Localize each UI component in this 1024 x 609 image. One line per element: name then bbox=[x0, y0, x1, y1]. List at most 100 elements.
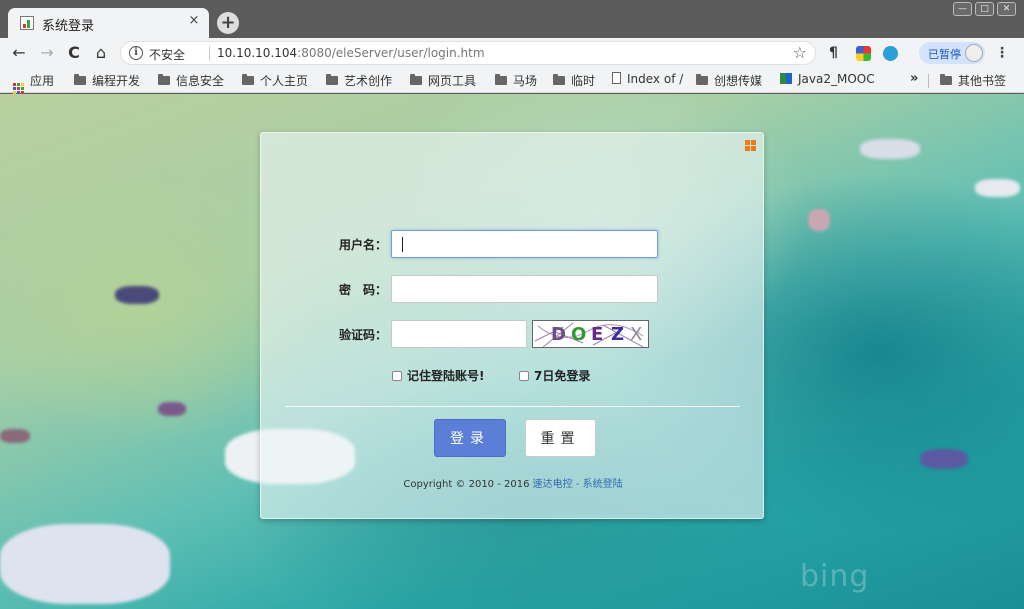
address-bar[interactable]: i 不安全 10.10.10.104:8080/eleServer/user/l… bbox=[120, 41, 816, 65]
checkbox-box[interactable] bbox=[392, 371, 402, 381]
remember-account-label: 记住登陆账号! bbox=[407, 369, 485, 383]
browser-toolbar: ← → C ⌂ i 不安全 10.10.10.104:8080/eleServe… bbox=[0, 38, 1024, 68]
bookmark-label: 其他书签 bbox=[958, 74, 1007, 88]
bookmark-apps[interactable]: 应用 bbox=[13, 72, 55, 94]
background-boat bbox=[860, 139, 920, 159]
background-boat bbox=[115, 286, 159, 304]
remember-account-checkbox[interactable]: 记住登陆账号! bbox=[392, 367, 484, 384]
login-button[interactable]: 登录 bbox=[434, 419, 506, 457]
close-window-button[interactable]: ✕ bbox=[997, 2, 1016, 16]
tab-favicon-icon bbox=[20, 16, 34, 30]
bookmark-java[interactable]: Java2_MOOC bbox=[780, 72, 875, 89]
folder-icon bbox=[242, 74, 254, 85]
captcha-char: X bbox=[630, 324, 643, 345]
apps-icon bbox=[13, 83, 24, 94]
maximize-button[interactable]: □ bbox=[975, 2, 994, 16]
url-host: 10.10.10.104 bbox=[217, 46, 298, 60]
captcha-char: E bbox=[591, 324, 604, 345]
bookmark-folder[interactable]: 马场 bbox=[495, 72, 537, 89]
home-button[interactable]: ⌂ bbox=[90, 42, 112, 64]
forward-button[interactable]: → bbox=[36, 42, 58, 64]
password-row: 密 码： bbox=[261, 275, 765, 303]
folder-icon bbox=[553, 74, 565, 85]
captcha-input[interactable] bbox=[391, 320, 527, 348]
avatar bbox=[965, 44, 983, 62]
copyright-text: Copyright © 2010 - 2016 bbox=[403, 479, 533, 490]
omnibox-separator bbox=[209, 46, 210, 61]
tab-close-icon[interactable]: × bbox=[186, 13, 202, 29]
bookmark-folder[interactable]: 网页工具 bbox=[410, 72, 476, 89]
background-boat bbox=[158, 402, 186, 416]
auto-login-checkbox[interactable]: 7日免登录 bbox=[519, 367, 590, 384]
minimize-button[interactable]: — bbox=[953, 2, 972, 16]
color-extension-icon[interactable] bbox=[856, 46, 871, 61]
captcha-image[interactable]: D O E Z X bbox=[532, 320, 649, 348]
username-input[interactable] bbox=[391, 230, 658, 258]
bookmark-label: 临时 bbox=[571, 74, 596, 88]
folder-icon bbox=[326, 74, 338, 85]
bookmark-folder[interactable]: 艺术创作 bbox=[326, 72, 392, 89]
background-boat bbox=[808, 209, 830, 231]
new-tab-button[interactable]: + bbox=[217, 12, 239, 34]
copyright-footer: Copyright © 2010 - 2016 速达电控 - 系统登陆 bbox=[261, 475, 765, 490]
paused-label: 已暂停 bbox=[928, 48, 961, 61]
info-icon[interactable]: i bbox=[129, 46, 143, 60]
tab-strip: 系统登录 × + — □ ✕ bbox=[0, 0, 1024, 38]
bookmark-label: 应用 bbox=[30, 74, 55, 88]
form-divider bbox=[285, 406, 740, 407]
tab-title: 系统登录 bbox=[42, 19, 95, 34]
profile-paused-button[interactable]: 已暂停 bbox=[919, 42, 985, 64]
bookmark-folder[interactable]: 创想传媒 bbox=[696, 72, 762, 89]
menu-icon[interactable]: ⋮ bbox=[995, 45, 1009, 61]
browser-tab[interactable]: 系统登录 × bbox=[8, 8, 209, 38]
password-input[interactable] bbox=[391, 275, 658, 303]
bookmarks-bar: 应用 编程开发 信息安全 个人主页 艺术创作 网页工具 马场 临时 Index … bbox=[0, 68, 1024, 94]
url-path: :8080/eleServer/user/login.htm bbox=[297, 46, 485, 60]
bookmark-star-icon[interactable]: ☆ bbox=[793, 43, 807, 62]
folder-icon bbox=[410, 74, 422, 85]
bookmarks-separator bbox=[928, 74, 929, 88]
reset-button[interactable]: 重置 bbox=[525, 419, 596, 457]
company-link[interactable]: 速达电控 - 系统登陆 bbox=[533, 479, 623, 490]
bookmark-folder[interactable]: 个人主页 bbox=[242, 72, 308, 89]
windows-logo-icon[interactable] bbox=[745, 140, 756, 151]
password-label: 密 码： bbox=[338, 283, 387, 297]
captcha-char: D bbox=[551, 324, 566, 345]
bookmark-label: Index of / bbox=[627, 72, 684, 86]
security-status[interactable]: 不安全 bbox=[149, 46, 185, 63]
bookmark-label: 编程开发 bbox=[92, 74, 141, 88]
back-button[interactable]: ← bbox=[8, 42, 30, 64]
folder-icon bbox=[696, 74, 708, 85]
bookmark-folder[interactable]: 信息安全 bbox=[158, 72, 224, 89]
background-boat bbox=[920, 449, 968, 469]
text-caret bbox=[402, 237, 403, 252]
background-boat bbox=[0, 524, 170, 604]
bookmark-label: Java2_MOOC bbox=[798, 72, 875, 86]
folder-icon bbox=[495, 74, 507, 85]
bookmark-label: 马场 bbox=[513, 74, 538, 88]
blue-extension-icon[interactable] bbox=[883, 46, 898, 61]
captcha-label: 验证码： bbox=[338, 328, 387, 342]
background-boat bbox=[0, 429, 30, 443]
other-bookmarks[interactable]: 其他书签 bbox=[940, 72, 1006, 89]
captcha-char: Z bbox=[611, 324, 625, 345]
bookmark-page[interactable]: Index of / bbox=[612, 72, 683, 89]
reload-button[interactable]: C bbox=[63, 42, 85, 64]
folder-icon bbox=[158, 74, 170, 85]
bookmark-label: 信息安全 bbox=[176, 74, 225, 88]
bookmark-label: 创想传媒 bbox=[714, 74, 763, 88]
checkbox-box[interactable] bbox=[519, 371, 529, 381]
pilcrow-extension-icon[interactable]: ¶ bbox=[829, 46, 844, 61]
bookmark-label: 个人主页 bbox=[260, 74, 309, 88]
username-label: 用户名： bbox=[338, 238, 387, 252]
window-controls: — □ ✕ bbox=[953, 2, 1016, 16]
url-text[interactable]: 10.10.10.104:8080/eleServer/user/login.h… bbox=[217, 46, 485, 60]
folder-icon bbox=[940, 74, 952, 85]
bookmark-folder[interactable]: 临时 bbox=[553, 72, 595, 89]
background-boat bbox=[975, 179, 1020, 197]
bookmark-folder[interactable]: 编程开发 bbox=[74, 72, 140, 89]
more-bookmarks-button[interactable]: » bbox=[910, 71, 918, 86]
page-icon bbox=[612, 72, 621, 84]
captcha-char: O bbox=[571, 324, 587, 345]
java-mooc-icon bbox=[780, 73, 792, 84]
